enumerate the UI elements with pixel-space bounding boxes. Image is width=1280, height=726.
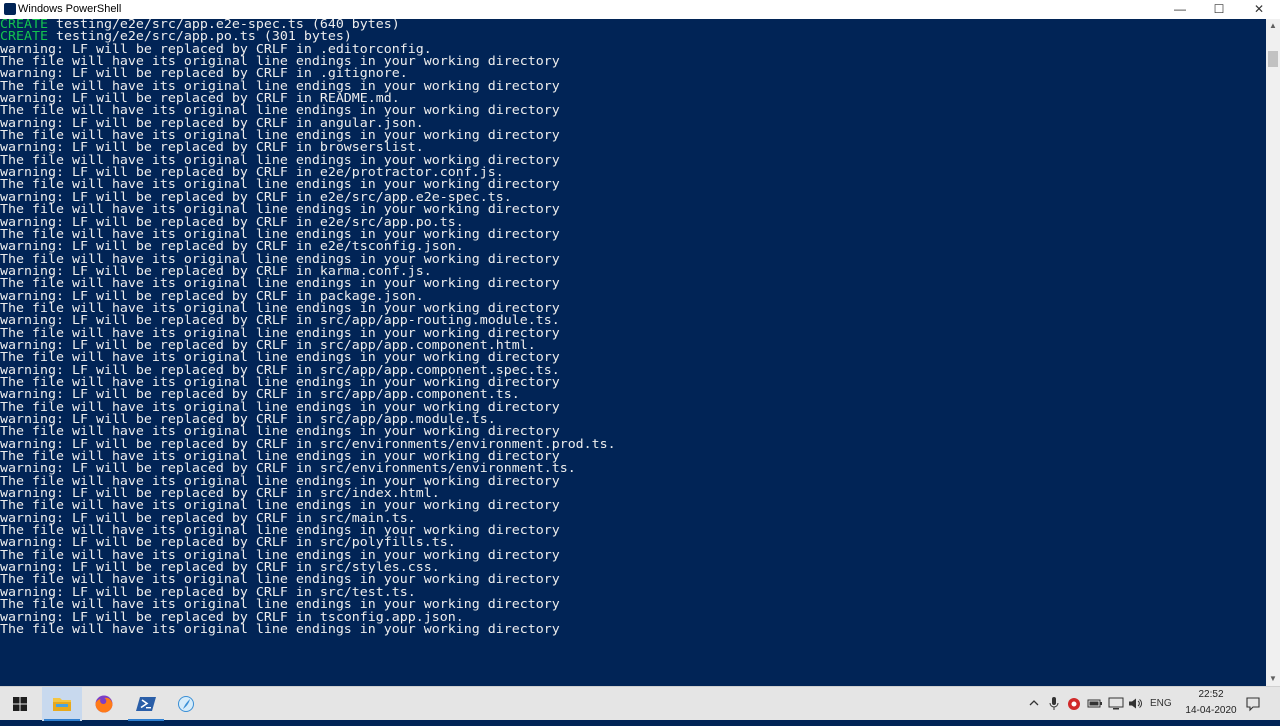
console-output[interactable]: CREATE testing/e2e/src/app.e2e-spec.ts (… [0, 19, 1266, 686]
firefox-icon [95, 695, 113, 713]
window-title: Windows PowerShell [18, 3, 122, 15]
scroll-up-arrow-icon[interactable]: ▲ [1266, 19, 1280, 33]
speaker-icon[interactable] [1128, 697, 1142, 710]
vertical-scrollbar[interactable]: ▲ ▼ [1266, 19, 1280, 686]
close-button[interactable]: ✕ [1239, 0, 1279, 19]
console-line: The file will have its original line end… [0, 621, 1266, 636]
taskbar: ENG 22:52 14-04-2020 [0, 686, 1280, 721]
powershell-button[interactable] [126, 687, 166, 721]
scroll-thumb[interactable] [1268, 51, 1278, 67]
network-icon[interactable] [1108, 697, 1124, 710]
title-bar[interactable]: Windows PowerShell — ☐ ✕ [0, 0, 1280, 19]
antivirus-icon[interactable] [1067, 697, 1081, 711]
powershell-window-icon[interactable] [4, 3, 16, 15]
start-button[interactable] [0, 687, 40, 721]
microphone-icon[interactable] [1048, 697, 1060, 711]
feather-app-icon [178, 696, 194, 712]
console-line-text: The file will have its original line end… [0, 621, 560, 636]
folder-icon [53, 698, 71, 711]
minimize-button[interactable]: — [1160, 0, 1200, 19]
windows-logo-icon [13, 697, 27, 711]
clock-time[interactable]: 22:52 [1186, 689, 1236, 700]
input-language[interactable]: ENG [1150, 698, 1172, 709]
explorer-button[interactable] [42, 687, 82, 721]
powershell-icon [136, 697, 156, 711]
notifications-icon[interactable] [1245, 696, 1261, 712]
firefox-button[interactable] [84, 687, 124, 721]
chevron-up-icon[interactable] [1028, 697, 1040, 709]
maximize-button[interactable]: ☐ [1199, 0, 1239, 19]
battery-icon[interactable] [1087, 697, 1103, 709]
clock-date[interactable]: 14-04-2020 [1180, 705, 1242, 716]
app4-button[interactable] [168, 687, 208, 721]
scroll-down-arrow-icon[interactable]: ▼ [1266, 672, 1280, 686]
